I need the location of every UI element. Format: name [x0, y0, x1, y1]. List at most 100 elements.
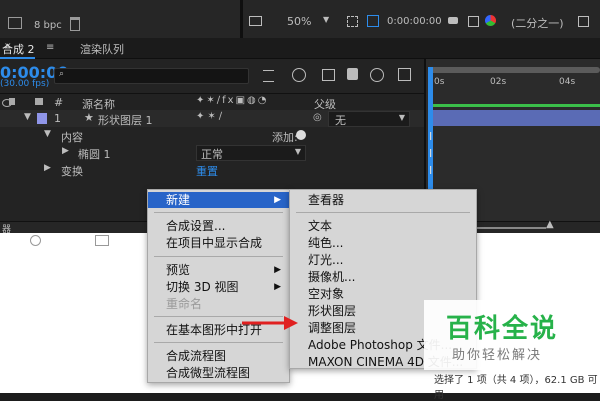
menu-item-comp-mini-flowchart[interactable]: 合成微型流程图 — [148, 365, 289, 381]
submenu-arrow-icon: ▶ — [274, 195, 281, 205]
watermark-title: 百科全说 — [446, 314, 559, 344]
menu-label: 重命名 — [166, 297, 203, 311]
blend-mode-dropdown[interactable]: 正常 ▼ — [196, 145, 306, 161]
status-text: 选择了 1 项（共 4 项），62.1 GB 可用 — [434, 375, 598, 401]
submenu-arrow-icon: ▶ — [274, 282, 281, 292]
menu-item-new[interactable]: 新建 ▶ — [148, 192, 289, 208]
viewer-controls: 50% ▼ 0:00:00:00 (二分之一) — [243, 0, 600, 38]
menu-item-preview[interactable]: 预览 ▶ — [148, 262, 289, 278]
footer-icon[interactable] — [95, 235, 109, 246]
collapse-arrow-icon[interactable]: ▶ — [62, 146, 69, 156]
menu-label: 合成流程图 — [166, 349, 227, 363]
expand-arrow-icon[interactable]: ▼ — [44, 129, 51, 139]
graph-editor-icon[interactable] — [398, 68, 411, 81]
ellipse-label: 椭圆 1 — [78, 148, 111, 161]
comp-mini-flowchart-icon[interactable] — [263, 70, 274, 82]
menu-item-rename: 重命名 — [148, 296, 289, 312]
resolution-dropdown[interactable]: (二分之一) — [511, 15, 564, 31]
menu-label: 灯光... — [308, 253, 344, 267]
ruler-label-1: 02s — [490, 77, 507, 87]
parent-value: 无 — [335, 114, 346, 127]
collapse-arrow-icon[interactable]: ▶ — [44, 163, 51, 173]
content-label: 内容 — [61, 131, 83, 144]
reset-link[interactable]: 重置 — [196, 163, 218, 179]
show-snapshot-icon[interactable] — [468, 16, 479, 27]
context-menu: 新建 ▶ 合成设置... 在项目中显示合成 预览 ▶ 切换 3D 视图 ▶ 重命名 在… — [147, 189, 290, 383]
keyframe-marker: I — [429, 147, 433, 160]
menu-label: 合成微型流程图 — [166, 366, 251, 380]
add-menu-icon[interactable] — [296, 130, 306, 140]
layer-name[interactable]: 形状图层 1 — [98, 112, 153, 128]
panel-tabs: ✕ 合成 2 ≡ 渲染队列 — [0, 38, 600, 59]
zoom-slider[interactable] — [476, 227, 546, 229]
transparency-grid-icon[interactable] — [367, 15, 379, 27]
expand-arrow-icon[interactable]: ▼ — [24, 112, 31, 122]
submenu-item-solid[interactable]: 纯色... — [290, 235, 476, 251]
work-area-bar[interactable] — [428, 67, 600, 73]
transform-row[interactable]: ▶ 变换 重置 — [0, 161, 426, 178]
menu-item-comp-flowchart[interactable]: 合成流程图 — [148, 348, 289, 364]
color-channel-icon[interactable] — [485, 15, 496, 26]
label-color-swatch[interactable] — [37, 113, 47, 124]
submenu-arrow-icon: ▶ — [274, 265, 281, 275]
motion-blur-icon[interactable] — [370, 68, 384, 82]
tab-comp[interactable]: 合成 2 — [0, 41, 35, 59]
keyframe-marker: I — [429, 130, 433, 143]
submenu-item-light[interactable]: 灯光... — [290, 252, 476, 268]
parent-dropdown[interactable]: 无 ▼ — [328, 111, 410, 127]
bpc-label[interactable]: 8 bpc — [34, 20, 62, 31]
switches-icons: ✦✶∕fx▣◍◔ — [196, 95, 269, 106]
monitor-icon[interactable] — [249, 16, 262, 26]
red-arrow-annotation — [242, 316, 298, 330]
layer-duration-bar[interactable] — [433, 110, 600, 126]
transform-label: 变换 — [61, 165, 83, 178]
submenu-item-text[interactable]: 文本 — [290, 218, 476, 234]
menu-label: 切换 3D 视图 — [166, 280, 239, 294]
menu-label: 合成设置... — [166, 219, 226, 233]
zoom-dropdown[interactable]: 50% — [287, 15, 311, 28]
submenu-item-viewer[interactable]: 查看器 — [290, 192, 476, 208]
zoom-chevron-icon: ▼ — [323, 15, 330, 24]
project-settings-icon[interactable] — [8, 17, 22, 29]
label-tag-icon[interactable] — [35, 98, 43, 105]
menu-label: 形状图层 — [308, 304, 357, 318]
search-input[interactable]: ⌕ — [54, 68, 249, 84]
menu-label: 空对象 — [308, 287, 345, 301]
trash-icon[interactable] — [70, 17, 80, 31]
fast-preview-icon[interactable] — [578, 16, 589, 27]
menu-label: 预览 — [166, 263, 191, 277]
chevron-down-icon: ▼ — [294, 147, 301, 156]
chevron-down-icon: ▼ — [398, 113, 405, 122]
watermark-logo: 百科全说 助你轻松解决 — [424, 300, 600, 370]
tab-menu-icon[interactable]: ≡ — [46, 42, 54, 53]
content-row[interactable]: ▼ 内容 添加: — [0, 127, 426, 144]
menu-label: 文本 — [308, 219, 333, 233]
keyframe-marker: I — [429, 164, 433, 177]
tab-render-queue[interactable]: 渲染队列 — [80, 41, 124, 57]
ellipse-row[interactable]: ▶ 椭圆 1 正常 ▼ — [0, 144, 426, 161]
footer-icon[interactable] — [30, 235, 41, 246]
layer-switches[interactable]: ✦✶∕ — [196, 111, 225, 122]
camera-icon[interactable] — [448, 17, 458, 24]
menu-item-comp-settings[interactable]: 合成设置... — [148, 218, 289, 234]
menu-item-switch-3d-view[interactable]: 切换 3D 视图 ▶ — [148, 279, 289, 295]
menu-label: 查看器 — [308, 193, 345, 207]
project-panel: 8 bpc — [0, 0, 240, 38]
zoom-in-icon[interactable]: ▲ — [546, 219, 554, 230]
region-icon[interactable] — [347, 16, 358, 27]
fps-label: (30.00 fps) — [0, 79, 50, 89]
star-icon: ★ — [84, 111, 94, 124]
layer-number: 1 — [54, 112, 61, 125]
ruler-label-2: 04s — [559, 77, 576, 87]
menu-label: 摄像机... — [308, 270, 356, 284]
shy-icon[interactable] — [322, 69, 335, 81]
submenu-item-camera[interactable]: 摄像机... — [290, 269, 476, 285]
frame-blending-icon[interactable] — [347, 68, 358, 80]
draft-3d-icon[interactable] — [292, 68, 306, 82]
current-timecode[interactable]: 0:00:00:00 — [387, 16, 442, 27]
lock-icon[interactable] — [9, 98, 15, 105]
menu-item-reveal-in-project[interactable]: 在项目中显示合成 — [148, 235, 289, 251]
pickwhip-icon[interactable]: ◎ — [313, 112, 322, 123]
add-label: 添加: — [272, 131, 298, 144]
layer-row[interactable]: ▼ 1 ★ 形状图层 1 ✦✶∕ ◎ 无 ▼ — [0, 110, 426, 127]
